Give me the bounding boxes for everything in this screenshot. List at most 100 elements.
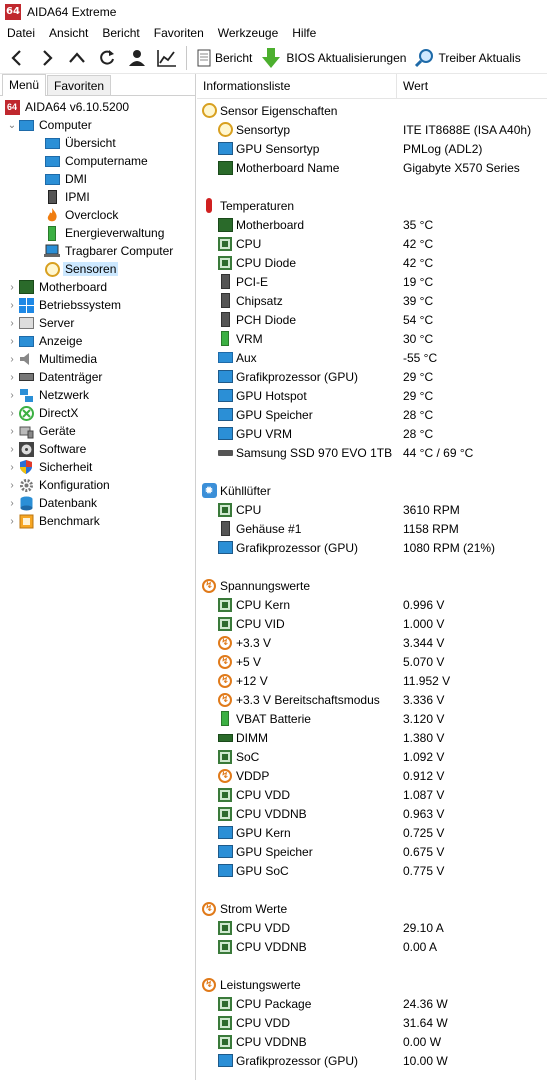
- list-item[interactable]: ↯ +3.3 V 3.344 V: [197, 633, 547, 652]
- list-item[interactable]: ↯ +3.3 V Bereitschaftsmodus 3.336 V: [197, 690, 547, 709]
- item-value: 10.00 W: [403, 1053, 448, 1068]
- tree-item-energieverwaltung[interactable]: Energieverwaltung: [0, 224, 195, 242]
- list-item[interactable]: GPU Sensortyp PMLog (ADL2): [197, 139, 547, 158]
- expand-arrow-icon[interactable]: ›: [6, 422, 18, 440]
- refresh-button[interactable]: [94, 45, 120, 71]
- list-item[interactable]: GPU Speicher 0.675 V: [197, 842, 547, 861]
- expand-arrow-icon[interactable]: ›: [6, 386, 18, 404]
- list-item[interactable]: ↯ +5 V 5.070 V: [197, 652, 547, 671]
- tab-favorites[interactable]: Favoriten: [47, 75, 112, 95]
- list-item[interactable]: Grafikprozessor (GPU) 1080 RPM (21%): [197, 538, 547, 557]
- expand-arrow-icon[interactable]: ›: [6, 368, 18, 386]
- list-item[interactable]: GPU SoC 0.775 V: [197, 861, 547, 880]
- menu-hilfe[interactable]: Hilfe: [285, 26, 323, 40]
- tree-item-betriebssystem[interactable]: › Betriebssystem: [0, 296, 195, 314]
- tree-item-anzeige[interactable]: › Anzeige: [0, 332, 195, 350]
- column-header-value[interactable]: Wert: [397, 79, 428, 93]
- list-item[interactable]: Aux -55 °C: [197, 348, 547, 367]
- list-item[interactable]: ↯ +12 V 11.952 V: [197, 671, 547, 690]
- expand-arrow-icon[interactable]: ›: [6, 494, 18, 512]
- tree-item-directx[interactable]: › DirectX: [0, 404, 195, 422]
- expand-arrow-icon[interactable]: ›: [6, 278, 18, 296]
- list-item[interactable]: CPU VDDNB 0.00 W: [197, 1032, 547, 1051]
- list-item[interactable]: Grafikprozessor (GPU) 29 °C: [197, 367, 547, 386]
- tree-item-overclock[interactable]: Overclock: [0, 206, 195, 224]
- list-item[interactable]: GPU Kern 0.725 V: [197, 823, 547, 842]
- list-item[interactable]: CPU 42 °C: [197, 234, 547, 253]
- list-item[interactable]: CPU VDDNB 0.963 V: [197, 804, 547, 823]
- tab-menu[interactable]: Menü: [2, 74, 47, 96]
- user-button[interactable]: [124, 45, 150, 71]
- list-item[interactable]: GPU Hotspot 29 °C: [197, 386, 547, 405]
- tree-item-ipmi[interactable]: IPMI: [0, 188, 195, 206]
- tree-item-multimedia[interactable]: › Multimedia: [0, 350, 195, 368]
- tree-item-motherboard[interactable]: › Motherboard: [0, 278, 195, 296]
- expand-arrow-icon[interactable]: ›: [6, 332, 18, 350]
- list-item[interactable]: GPU VRM 28 °C: [197, 424, 547, 443]
- tree-item-sensoren[interactable]: Sensoren: [0, 260, 195, 278]
- expand-arrow-icon[interactable]: ›: [6, 404, 18, 422]
- tree-item-geraete[interactable]: › Geräte: [0, 422, 195, 440]
- list-item[interactable]: CPU VDD 29.10 A: [197, 918, 547, 937]
- tree-item-software[interactable]: › Software: [0, 440, 195, 458]
- collapse-arrow-icon[interactable]: ⌄: [6, 116, 18, 134]
- chart-button[interactable]: [154, 45, 180, 71]
- tree-item-server[interactable]: › Server: [0, 314, 195, 332]
- list-item[interactable]: CPU Kern 0.996 V: [197, 595, 547, 614]
- list-item[interactable]: Samsung SSD 970 EVO 1TB 44 °C / 69 °C: [197, 443, 547, 462]
- list-item[interactable]: PCI-E 19 °C: [197, 272, 547, 291]
- list-item[interactable]: CPU 3610 RPM: [197, 500, 547, 519]
- list-item[interactable]: CPU VID 1.000 V: [197, 614, 547, 633]
- tree-item-sicherheit[interactable]: › Sicherheit: [0, 458, 195, 476]
- tree-item-tragbarer-computer[interactable]: Tragbarer Computer: [0, 242, 195, 260]
- tree-item-dmi[interactable]: DMI: [0, 170, 195, 188]
- list-item[interactable]: Sensortyp ITE IT8688E (ISA A40h): [197, 120, 547, 139]
- expand-arrow-icon[interactable]: ›: [6, 350, 18, 368]
- list-item[interactable]: GPU Speicher 28 °C: [197, 405, 547, 424]
- tree-item-computer[interactable]: ⌄ Computer: [0, 116, 195, 134]
- report-button[interactable]: Bericht: [193, 45, 256, 71]
- list-item[interactable]: CPU Package 24.36 W: [197, 994, 547, 1013]
- expand-arrow-icon[interactable]: ›: [6, 512, 18, 530]
- up-button[interactable]: [64, 45, 90, 71]
- list-item[interactable]: Grafikprozessor (GPU) 10.00 W: [197, 1051, 547, 1070]
- tree-item-konfiguration[interactable]: › Konfiguration: [0, 476, 195, 494]
- list-item[interactable]: PCH Diode 54 °C: [197, 310, 547, 329]
- list-item[interactable]: Motherboard Name Gigabyte X570 Series: [197, 158, 547, 177]
- list-item[interactable]: ↯ VDDP 0.912 V: [197, 766, 547, 785]
- list-item[interactable]: DIMM 1.380 V: [197, 728, 547, 747]
- tree-item-uebersicht[interactable]: Übersicht: [0, 134, 195, 152]
- list-item[interactable]: VRM 30 °C: [197, 329, 547, 348]
- list-item[interactable]: CPU VDD 1.087 V: [197, 785, 547, 804]
- list-item[interactable]: CPU Diode 42 °C: [197, 253, 547, 272]
- list-item[interactable]: Motherboard 35 °C: [197, 215, 547, 234]
- menu-werkzeuge[interactable]: Werkzeuge: [211, 26, 285, 40]
- expand-arrow-icon[interactable]: ›: [6, 476, 18, 494]
- list-item[interactable]: VBAT Batterie 3.120 V: [197, 709, 547, 728]
- forward-button[interactable]: [34, 45, 60, 71]
- menu-datei[interactable]: Datei: [0, 26, 42, 40]
- expand-arrow-icon[interactable]: ›: [6, 458, 18, 476]
- tree-item-datenbank[interactable]: › Datenbank: [0, 494, 195, 512]
- list-item[interactable]: CPU VDD 31.64 W: [197, 1013, 547, 1032]
- tree-item-computername[interactable]: Computername: [0, 152, 195, 170]
- tree-item-benchmark[interactable]: › Benchmark: [0, 512, 195, 530]
- column-header-info[interactable]: Informationsliste: [197, 73, 397, 99]
- expand-arrow-icon[interactable]: ›: [6, 314, 18, 332]
- menu-bericht[interactable]: Bericht: [95, 26, 146, 40]
- list-item[interactable]: Chipsatz 39 °C: [197, 291, 547, 310]
- list-item[interactable]: Gehäuse #1 1158 RPM: [197, 519, 547, 538]
- menu-ansicht[interactable]: Ansicht: [42, 26, 95, 40]
- tree-item-netzwerk[interactable]: › Netzwerk: [0, 386, 195, 404]
- tree-item-datentraeger[interactable]: › Datenträger: [0, 368, 195, 386]
- menu-favoriten[interactable]: Favoriten: [147, 26, 211, 40]
- driver-update-button[interactable]: Treiber Aktualis: [410, 45, 524, 71]
- tree-item-root[interactable]: 64 AIDA64 v6.10.5200: [0, 98, 195, 116]
- back-button[interactable]: [4, 45, 30, 71]
- pcie-slot-icon: [217, 274, 233, 290]
- expand-arrow-icon[interactable]: ›: [6, 440, 18, 458]
- expand-arrow-icon[interactable]: ›: [6, 296, 18, 314]
- list-item[interactable]: CPU VDDNB 0.00 A: [197, 937, 547, 956]
- bios-update-button[interactable]: BIOS Aktualisierungen: [256, 45, 410, 71]
- list-item[interactable]: SoC 1.092 V: [197, 747, 547, 766]
